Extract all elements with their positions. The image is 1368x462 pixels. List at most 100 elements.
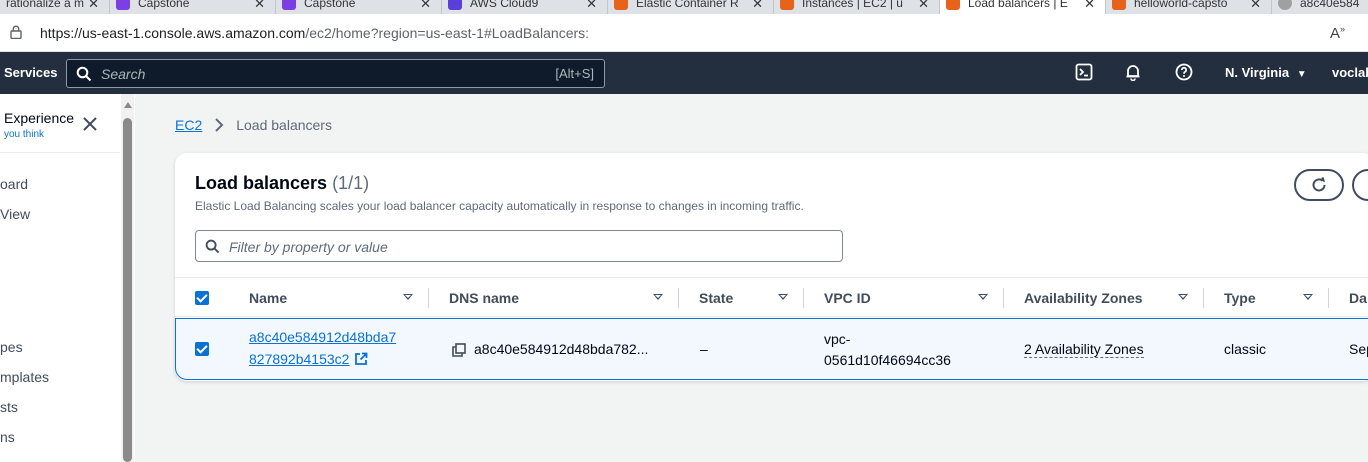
column-divider[interactable] [1003,288,1004,308]
browser-tab[interactable]: Capstone ✕ [110,0,276,14]
sidebar-item-savings-plans[interactable]: ns [0,429,15,445]
sort-caret-icon[interactable] [1303,294,1313,300]
selection-count: (1/1) [332,173,370,193]
help-icon[interactable] [1175,63,1193,81]
column-header-vpc-id[interactable]: VPC ID [824,290,871,306]
read-aloud-icon[interactable]: A» [1330,24,1345,42]
sidebar-item-instance-types[interactable]: pes [0,339,23,355]
name-line-2: 827892b4153c2 [249,351,350,367]
experience-feedback-link[interactable]: you think [4,129,44,140]
column-header-availability-zones[interactable]: Availability Zones [1024,290,1143,306]
lock-icon[interactable] [10,25,22,39]
column-divider[interactable] [1203,288,1204,308]
scrollbar-thumb[interactable] [123,118,132,462]
vpc-id-value: vpc- 0561d10f46694cc36 [824,329,951,371]
date-created-value: Sep [1349,341,1368,357]
refresh-button[interactable] [1294,169,1344,201]
browser-tab[interactable]: rationalize a m ✕ [0,0,110,14]
column-header-type[interactable]: Type [1224,290,1256,306]
tab-favicon-icon [1278,0,1292,10]
account-menu[interactable]: voclab [1332,65,1368,80]
table-header: Name DNS name State VPC ID Availability … [175,277,1368,317]
aws-top-nav: Services Search [Alt+S] N. Virginia ▼ vo… [0,52,1368,94]
name-line-1: a8c40e584912d48bda7 [249,329,397,345]
vpc-line-2: 0561d10f46694cc36 [824,352,951,368]
column-header-state[interactable]: State [699,290,733,306]
region-label: N. Virginia [1225,65,1290,80]
region-selector[interactable]: N. Virginia ▼ [1225,65,1307,80]
tab-favicon-icon [116,0,130,10]
browser-tab[interactable]: helloworld-capsto ✕ [1106,0,1272,14]
services-menu[interactable]: Services [4,65,58,80]
scroll-up-arrow-icon[interactable] [124,102,132,108]
sort-caret-icon[interactable] [653,294,663,300]
caret-down-icon: ▼ [1296,69,1307,80]
close-tab-icon[interactable]: ✕ [752,0,763,12]
chevron-right-icon [215,118,224,132]
close-tab-icon[interactable]: ✕ [1084,0,1095,12]
cloudshell-icon[interactable] [1075,63,1093,81]
experience-title: Experience [4,110,75,126]
column-divider[interactable] [678,288,679,308]
tab-favicon-icon [448,0,462,10]
search-input[interactable]: Search [Alt+S] [66,59,605,88]
sidebar-item-spot-requests[interactable]: sts [0,399,18,415]
sidebar-item-dashboard[interactable]: oard [0,176,28,192]
availability-zones-popover[interactable]: 2 Availability Zones [1024,341,1144,358]
sort-caret-icon[interactable] [1178,294,1188,300]
sidebar-item-global-view[interactable]: View [0,206,30,222]
tab-label: Elastic Container R [636,0,739,10]
close-icon[interactable] [82,116,98,132]
sort-caret-icon[interactable] [978,294,988,300]
breadcrumb-ec2-link[interactable]: EC2 [175,117,202,133]
address-bar[interactable]: https://us-east-1.console.aws.amazon.com… [0,14,1368,52]
main-content: EC2 Load balancers Load balancers (1/1) … [135,94,1368,462]
notifications-bell-icon[interactable] [1124,63,1142,81]
dns-name-value: a8c40e584912d48bda782... [474,341,649,357]
close-tab-icon[interactable]: ✕ [586,0,597,12]
row-checkbox[interactable] [195,342,209,356]
sort-caret-icon[interactable] [403,294,413,300]
tab-favicon-icon [614,0,628,10]
table-row[interactable]: a8c40e584912d48bda7 827892b4153c2 a8c40e… [175,318,1368,380]
column-divider[interactable] [803,288,804,308]
tab-label: rationalize a m [6,0,85,10]
search-shortcut: [Alt+S] [555,66,594,81]
url-host: https://us-east-1.console.aws.amazon.com [40,25,306,41]
refresh-icon [1312,177,1326,192]
search-icon [205,239,220,254]
url-text[interactable]: https://us-east-1.console.aws.amazon.com… [40,25,589,41]
breadcrumb-current: Load balancers [236,117,332,133]
panel-title-text: Load balancers [195,173,328,193]
search-placeholder: Search [101,66,146,82]
sort-caret-icon[interactable] [778,294,788,300]
browser-tab[interactable]: Elastic Container R ✕ [608,0,774,14]
panel-description: Elastic Load Balancing scales your load … [195,199,804,213]
url-path: /ec2/home?region=us-east-1#LoadBalancers… [305,25,590,41]
close-tab-icon[interactable]: ✕ [420,0,431,12]
actions-button[interactable] [1352,169,1368,201]
tab-label: Load balancers | E [968,0,1068,10]
column-divider[interactable] [428,288,429,308]
copy-icon[interactable] [452,343,466,357]
column-header-dns-name[interactable]: DNS name [449,290,519,306]
close-tab-icon[interactable]: ✕ [254,0,265,12]
type-value: classic [1224,341,1267,357]
select-all-checkbox[interactable] [195,291,209,305]
column-header-name[interactable]: Name [249,290,287,306]
browser-tab-active[interactable]: Load balancers | E ✕ [940,0,1106,14]
load-balancer-name-link[interactable]: a8c40e584912d48bda7 827892b4153c2 [249,326,396,370]
sidebar-item-launch-templates[interactable]: mplates [0,369,49,385]
column-header-date-created[interactable]: Da [1349,290,1367,306]
filter-input[interactable]: Filter by property or value [195,230,843,262]
browser-tab[interactable]: AWS Cloud9 ✕ [442,0,608,14]
browser-tab[interactable]: a8c40e584 [1272,0,1368,14]
close-tab-icon[interactable]: ✕ [918,0,929,12]
close-tab-icon[interactable]: ✕ [1250,0,1261,12]
browser-tab[interactable]: Instances | EC2 | u ✕ [774,0,940,14]
browser-tab-strip: rationalize a m ✕ Capstone ✕ Capstone ✕ … [0,0,1368,14]
page-title: Load balancers (1/1) [195,173,369,194]
browser-tab[interactable]: Capstone ✕ [276,0,442,14]
close-tab-icon[interactable]: ✕ [88,0,99,12]
column-divider[interactable] [1328,288,1329,308]
